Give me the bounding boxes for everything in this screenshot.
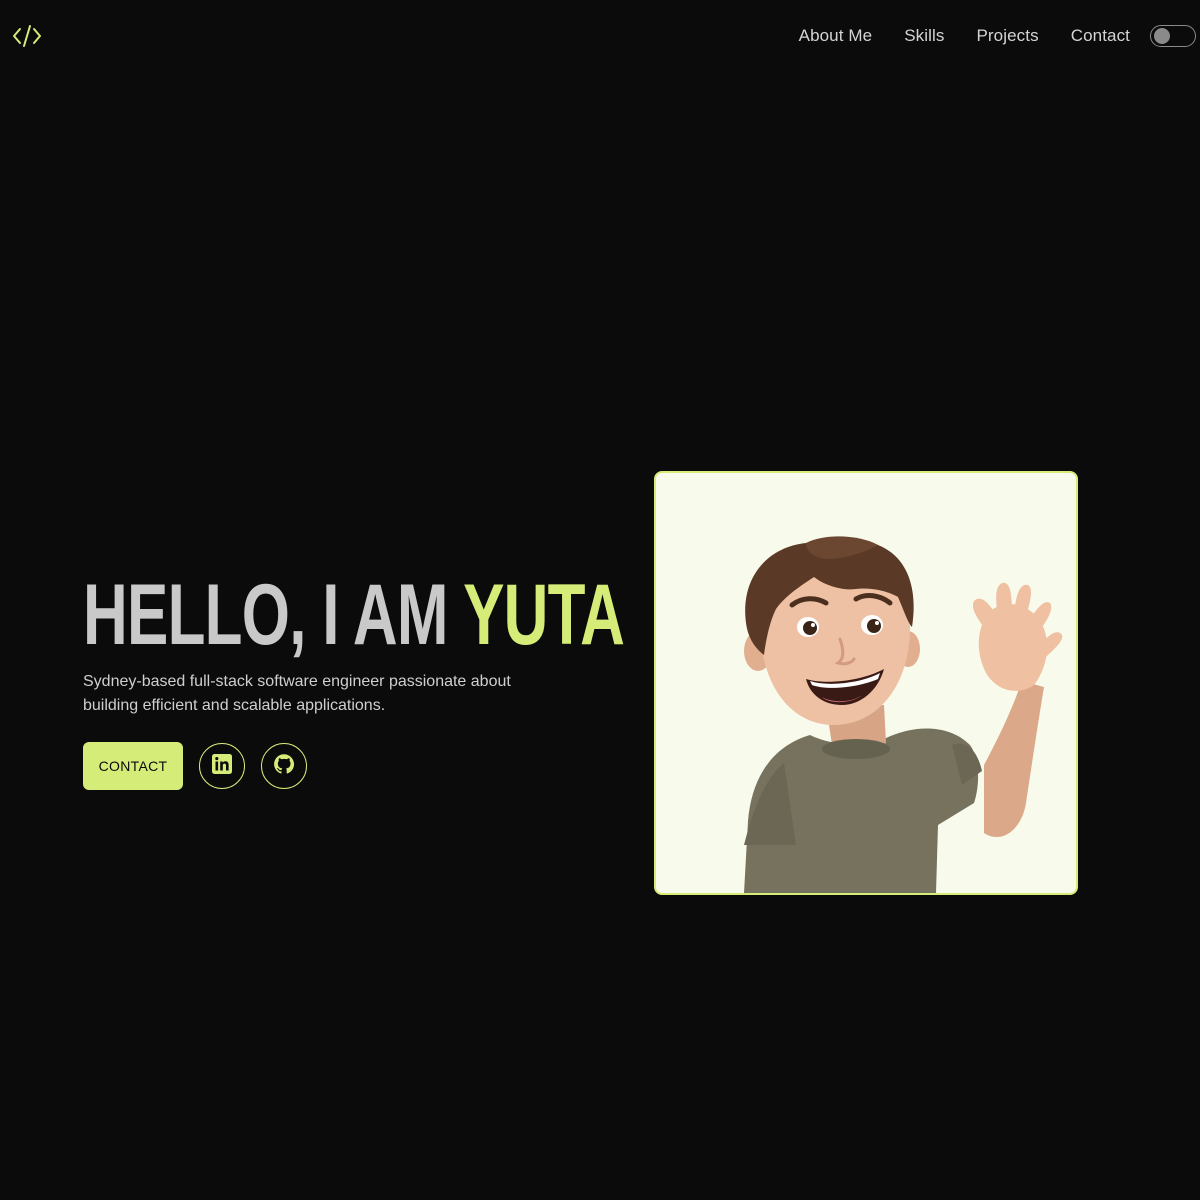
- github-icon: [273, 753, 295, 780]
- toggle-knob: [1154, 28, 1170, 44]
- linkedin-button[interactable]: [199, 743, 245, 789]
- nav-link-skills[interactable]: Skills: [904, 26, 944, 46]
- hero-title: HELLO, I AM YUTA: [83, 572, 625, 664]
- hero-section: HELLO, I AM YUTA Sydney-based full-stack…: [83, 572, 625, 790]
- theme-toggle[interactable]: [1150, 25, 1196, 47]
- nav-link-contact[interactable]: Contact: [1071, 26, 1130, 46]
- hero-actions: CONTACT: [83, 742, 623, 790]
- avatar-card: [654, 471, 1078, 895]
- github-button[interactable]: [261, 743, 307, 789]
- site-header: About Me Skills Projects Contact: [0, 0, 1200, 72]
- linkedin-icon: [212, 753, 232, 779]
- hero-title-name: YUTA: [463, 567, 625, 663]
- contact-button[interactable]: CONTACT: [83, 742, 183, 790]
- waving-memoji-avatar: [744, 536, 1063, 893]
- hero-description: Sydney-based full-stack software enginee…: [83, 673, 511, 714]
- main-nav: About Me Skills Projects Contact: [799, 0, 1200, 72]
- code-brackets-icon[interactable]: [11, 22, 43, 50]
- nav-link-projects[interactable]: Projects: [976, 26, 1038, 46]
- hero-title-prefix: HELLO, I AM: [83, 567, 464, 663]
- nav-link-about-me[interactable]: About Me: [799, 26, 873, 46]
